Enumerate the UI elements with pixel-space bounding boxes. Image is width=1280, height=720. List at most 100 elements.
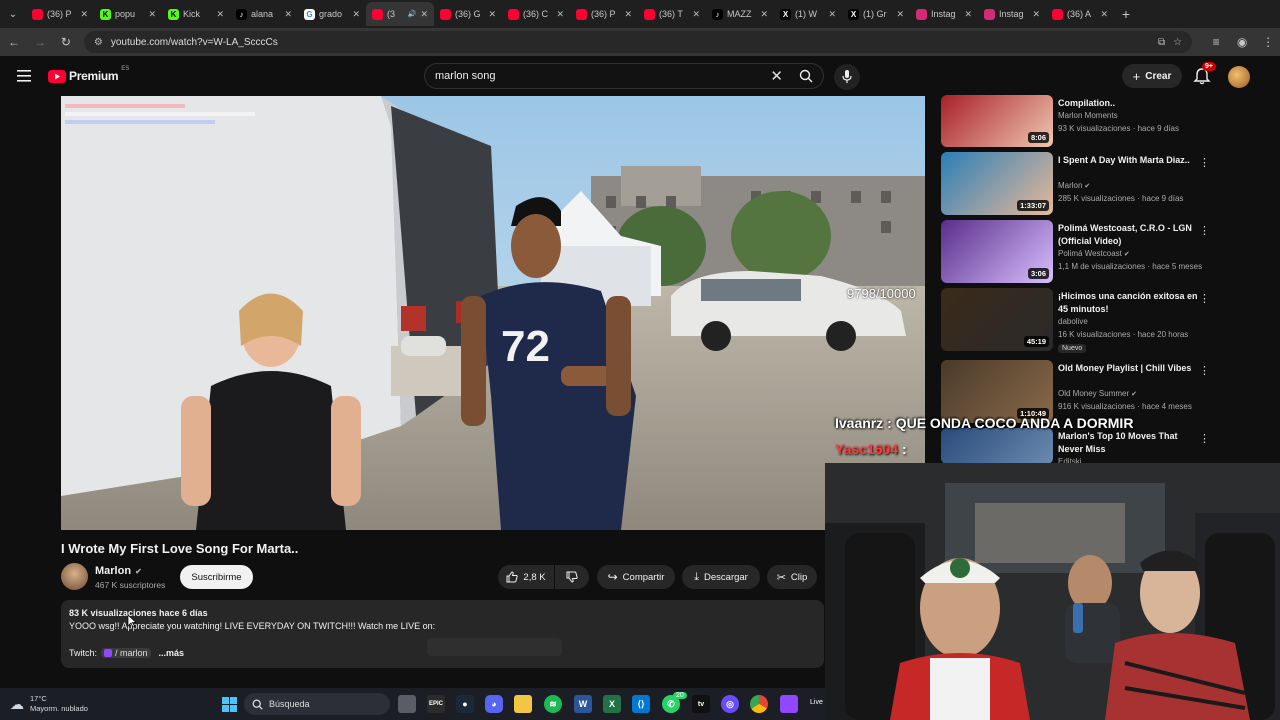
recommendation-title[interactable]: I Spent A Day With Marta Diaz.. [1058, 154, 1198, 167]
browser-tab[interactable]: Ggrado ✕ [298, 2, 366, 26]
browser-tab[interactable]: Kpopu ✕ [94, 2, 162, 26]
app-icon[interactable]: ◎ [721, 695, 739, 713]
recommendation-item[interactable]: 45:19 ¡Hicimos una canción exitosa en 45 … [941, 288, 1211, 353]
more-options-icon[interactable]: ⋮ [1199, 292, 1210, 305]
browser-tab[interactable]: X (1) W ✕ [774, 2, 842, 26]
voice-search-button[interactable] [834, 64, 860, 90]
twitch-app-icon[interactable] [780, 695, 798, 713]
youtube-premium-logo[interactable]: Premium ES [48, 66, 129, 83]
tab-close-icon[interactable]: ✕ [828, 9, 836, 20]
recommendation-thumbnail[interactable]: 1:33:07 [941, 152, 1053, 215]
recommendation-channel[interactable]: Marlon Moments [1058, 111, 1118, 120]
back-icon[interactable]: ← [2, 30, 26, 54]
excel-icon[interactable]: X [603, 695, 621, 713]
browser-tab[interactable]: (36) A ✕ [1046, 2, 1114, 26]
browser-tab[interactable]: Instag ✕ [910, 2, 978, 26]
recommendation-channel[interactable]: Old Money Summer ✔ [1058, 389, 1137, 398]
clip-button[interactable]: ✂ Clip [767, 565, 817, 589]
tab-close-icon[interactable]: ✕ [556, 9, 564, 20]
taskbar-search[interactable]: Búsqueda [244, 693, 390, 715]
download-button[interactable]: ⤓ Descargar [682, 565, 760, 589]
channel-avatar[interactable] [61, 563, 88, 590]
recommendation-thumbnail[interactable]: 45:19 [941, 288, 1053, 351]
browser-tab[interactable]: (36) P ✕ [570, 2, 638, 26]
tab-close-icon[interactable]: ✕ [284, 9, 292, 20]
create-button[interactable]: + Crear [1122, 64, 1182, 88]
recommendation-title[interactable]: Polimá Westcoast, C.R.O - LGN (Official … [1058, 222, 1198, 248]
clear-search-icon[interactable]: ✕ [770, 67, 783, 85]
tab-close-icon[interactable]: ✕ [760, 9, 768, 20]
word-icon[interactable]: W [574, 695, 592, 713]
tab-close-icon[interactable]: ✕ [624, 9, 632, 20]
steam-icon[interactable]: ● [456, 695, 474, 713]
browser-tab[interactable]: K Kick ✕ [162, 2, 230, 26]
recommendation-item[interactable]: 8:06 Compilation.. Marlon Moments 93 K visu… [941, 95, 1211, 159]
browser-tab[interactable]: (36) T ✕ [638, 2, 706, 26]
tab-close-icon[interactable]: ✕ [216, 9, 224, 20]
recommendation-item[interactable]: 3:06 Polimá Westcoast, C.R.O - LGN (Offic… [941, 220, 1211, 284]
recommendation-title[interactable]: Compilation.. [1058, 97, 1198, 110]
reload-icon[interactable]: ↻ [54, 30, 78, 54]
epic-games-icon[interactable]: EPIC [427, 695, 445, 713]
media-controls-icon[interactable]: ≡ [1204, 30, 1228, 54]
recommendation-title[interactable]: ¡Hicimos una canción exitosa en 45 minut… [1058, 290, 1198, 316]
vscode-icon[interactable]: ⟨⟩ [632, 695, 650, 713]
profile-icon[interactable]: ◉ [1230, 30, 1254, 54]
forward-icon[interactable]: → [28, 30, 52, 54]
browser-tab[interactable]: ♪ MAZZ ✕ [706, 2, 774, 26]
tab-close-icon[interactable]: ✕ [964, 9, 972, 20]
recommendation-item[interactable]: 1:33:07 I Spent A Day With Marta Diaz.. Ma… [941, 152, 1211, 216]
recommendation-thumbnail[interactable]: 1:10:49 [941, 360, 1053, 423]
browser-tab[interactable]: (36) G ✕ [434, 2, 502, 26]
bookmark-star-icon[interactable]: ☆ [1173, 37, 1182, 48]
tab-close-icon[interactable]: ✕ [1100, 9, 1108, 20]
more-options-icon[interactable]: ⋮ [1199, 224, 1210, 237]
recommendation-thumbnail[interactable]: 8:06 [941, 95, 1053, 147]
install-app-icon[interactable]: ⧉ [1158, 37, 1165, 48]
like-button[interactable]: 2,8 K [498, 565, 554, 589]
browser-tab[interactable]: X (1) Gr ✕ [842, 2, 910, 26]
tab-close-icon[interactable]: ✕ [1032, 9, 1040, 20]
twitch-link[interactable]: / marlon [101, 648, 151, 658]
spotify-icon[interactable]: ≋ [544, 695, 562, 713]
search-icon[interactable] [799, 69, 813, 83]
channel-name[interactable]: Marlon ✔ [95, 565, 142, 577]
browser-tab[interactable]: (36) P ✕ [26, 2, 94, 26]
apple-tv-icon[interactable]: tv [692, 695, 710, 713]
more-options-icon[interactable]: ⋮ [1199, 364, 1210, 377]
recommendation-channel[interactable]: Marlon ✔ [1058, 181, 1090, 190]
browser-tab[interactable]: Instag ✕ [978, 2, 1046, 26]
tab-close-icon[interactable]: ✕ [896, 9, 904, 20]
tab-close-icon[interactable]: ✕ [692, 9, 700, 20]
recommendation-title[interactable]: Old Money Playlist | Chill Vibes [1058, 362, 1198, 375]
more-options-icon[interactable]: ⋮ [1199, 156, 1210, 169]
windows-start-icon[interactable] [220, 695, 238, 713]
account-avatar[interactable] [1228, 66, 1250, 88]
recommendation-thumbnail[interactable]: 3:06 [941, 220, 1053, 283]
tab-close-icon[interactable]: ✕ [80, 9, 88, 20]
task-view-icon[interactable] [398, 695, 416, 713]
site-info-icon[interactable]: ⚙ [94, 37, 103, 48]
browser-tab[interactable]: (3 🔊 ✕ [366, 2, 434, 26]
audio-playing-icon[interactable]: 🔊 [408, 10, 417, 18]
browser-tab[interactable]: (36) C ✕ [502, 2, 570, 26]
video-player[interactable]: 72 9798/10000 [61, 96, 925, 530]
tab-close-icon[interactable]: ✕ [148, 9, 156, 20]
subscribe-button[interactable]: Suscribirme [180, 565, 253, 589]
weather-widget[interactable]: ☁ 17°C Mayorm. nublado [10, 694, 88, 714]
recommendation-channel[interactable]: dabolive [1058, 317, 1088, 326]
chrome-icon[interactable] [750, 695, 768, 713]
search-input[interactable]: marlon song ✕ [424, 63, 824, 89]
tab-close-icon[interactable]: ✕ [488, 9, 496, 20]
share-button[interactable]: ↪ Compartir [597, 565, 675, 589]
hamburger-menu-icon[interactable] [17, 69, 31, 82]
browser-tab[interactable]: ♪ alana ✕ [230, 2, 298, 26]
dislike-button[interactable] [555, 565, 589, 589]
recommendation-channel[interactable]: Polimá Westcoast ✔ [1058, 249, 1130, 258]
file-explorer-icon[interactable] [514, 695, 532, 713]
tab-close-icon[interactable]: ✕ [420, 9, 428, 20]
discord-icon[interactable]: ◕ [485, 695, 503, 713]
tab-close-icon[interactable]: ✕ [352, 9, 360, 20]
show-more-link[interactable]: ...más [159, 648, 185, 658]
video-description[interactable]: 83 K visualizaciones hace 6 días YOOO ws… [61, 600, 824, 668]
